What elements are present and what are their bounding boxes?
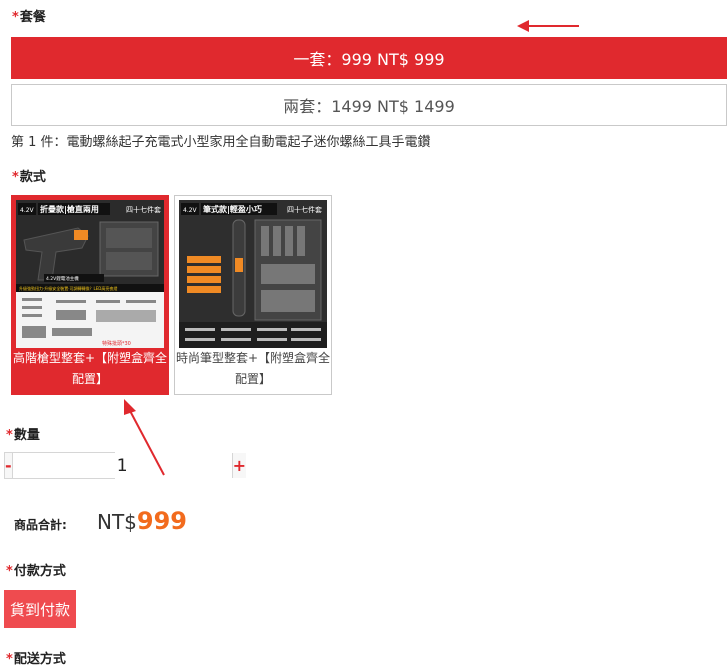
image-title-text: 折疊款|槍直兩用 (40, 204, 99, 214)
image-bottom-label: 特殊批頭*30 (102, 340, 131, 347)
required-mark: * (12, 170, 19, 185)
package-option-two-sets[interactable]: 兩套：1499 NT$ 1499 (11, 84, 727, 126)
image-voltage-text: 4.2V (20, 207, 35, 214)
svg-text:筆式款|輕盈小巧: 筆式款|輕盈小巧 (203, 204, 262, 214)
package-option-one-set[interactable]: 一套：999 NT$ 999 (11, 37, 727, 79)
image-badge-text: 四十七件套 (126, 205, 161, 214)
style-option-pen-type[interactable]: 4.2V 筆式款|輕盈小巧 四十七件套 時尚筆型整套+【附塑盒齊全配置】 (174, 195, 332, 395)
style-option-gun-type[interactable]: 4.2V 折疊款|槍直兩用 四十七件套 4.2V鋰電池主機 升級強勁扭力·升級安… (11, 195, 169, 395)
quantity-plus-button[interactable]: + (232, 453, 247, 478)
svg-text:四十七件套: 四十七件套 (287, 205, 322, 214)
svg-text:4.2V: 4.2V (183, 207, 198, 214)
payment-label: *付款方式 (6, 564, 66, 579)
required-mark: * (6, 652, 13, 667)
total-price: NT$999 (97, 507, 187, 535)
product-image-gun-type: 4.2V 折疊款|槍直兩用 四十七件套 4.2V鋰電池主機 升級強勁扭力·升級安… (16, 200, 164, 348)
product-image-pen-type: 4.2V 筆式款|輕盈小巧 四十七件套 (179, 200, 327, 348)
item-description: 第 1 件：電動螺絲起子充電式小型家用全自動電起子迷你螺絲工具手電鑽 (11, 135, 431, 150)
required-mark: * (6, 428, 13, 443)
quantity-stepper: - + (4, 452, 247, 479)
required-mark: * (6, 564, 13, 579)
annotation-arrow-icon (517, 20, 579, 32)
total-currency: NT$ (97, 510, 137, 534)
image-battery-label: 4.2V鋰電池主機 (46, 275, 79, 282)
total-label: 商品合計: (14, 518, 67, 532)
package-label: *套餐 (12, 10, 46, 25)
style-caption-pen-type: 時尚筆型整套+【附塑盒齊全配置】 (175, 351, 331, 386)
quantity-label: *數量 (6, 428, 40, 443)
quantity-minus-button[interactable]: - (5, 453, 12, 478)
required-mark: * (12, 10, 19, 25)
payment-option-cod[interactable]: 貨到付款 (4, 590, 76, 628)
quantity-input[interactable] (11, 453, 233, 478)
image-feature-label: 升級強勁扭力·升級安全裝置·可調轉轉換？LED高亮夜燈 (19, 285, 117, 291)
total-amount: 999 (136, 507, 188, 535)
style-label: *款式 (12, 170, 46, 185)
style-caption-gun-type: 高階槍型整套+【附塑盒齊全配置】 (12, 351, 168, 386)
